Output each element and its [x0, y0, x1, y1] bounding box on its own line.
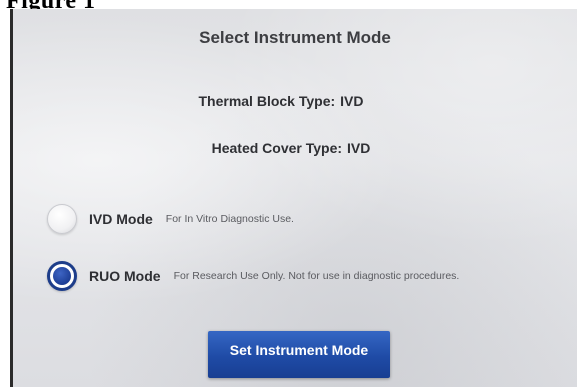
set-instrument-mode-button[interactable]: Set Instrument Mode: [208, 331, 390, 378]
heated-cover-value: IVD: [347, 140, 371, 156]
ruo-mode-option[interactable]: RUO Mode For Research Use Only. Not for …: [47, 259, 459, 293]
ivd-mode-label: IVD Mode: [89, 211, 153, 227]
thermal-block-label: Thermal Block Type:: [198, 93, 336, 109]
thermal-block-info: Thermal Block Type: IVD: [13, 93, 563, 109]
ivd-mode-description: For In Vitro Diagnostic Use.: [165, 213, 294, 225]
thermal-block-value: IVD: [340, 93, 364, 109]
ivd-mode-option[interactable]: IVD Mode For In Vitro Diagnostic Use.: [47, 202, 294, 236]
page-title: Select Instrument Mode: [199, 28, 391, 47]
radio-selected-dot: [53, 267, 71, 285]
ruo-mode-label: RUO Mode: [89, 268, 161, 284]
ruo-mode-radio[interactable]: [47, 261, 77, 291]
heated-cover-label: Heated Cover Type:: [211, 140, 343, 156]
ruo-mode-description: For Research Use Only. Not for use in di…: [173, 270, 460, 282]
heated-cover-info: Heated Cover Type: IVD: [13, 140, 573, 156]
ivd-mode-radio[interactable]: [47, 204, 77, 234]
